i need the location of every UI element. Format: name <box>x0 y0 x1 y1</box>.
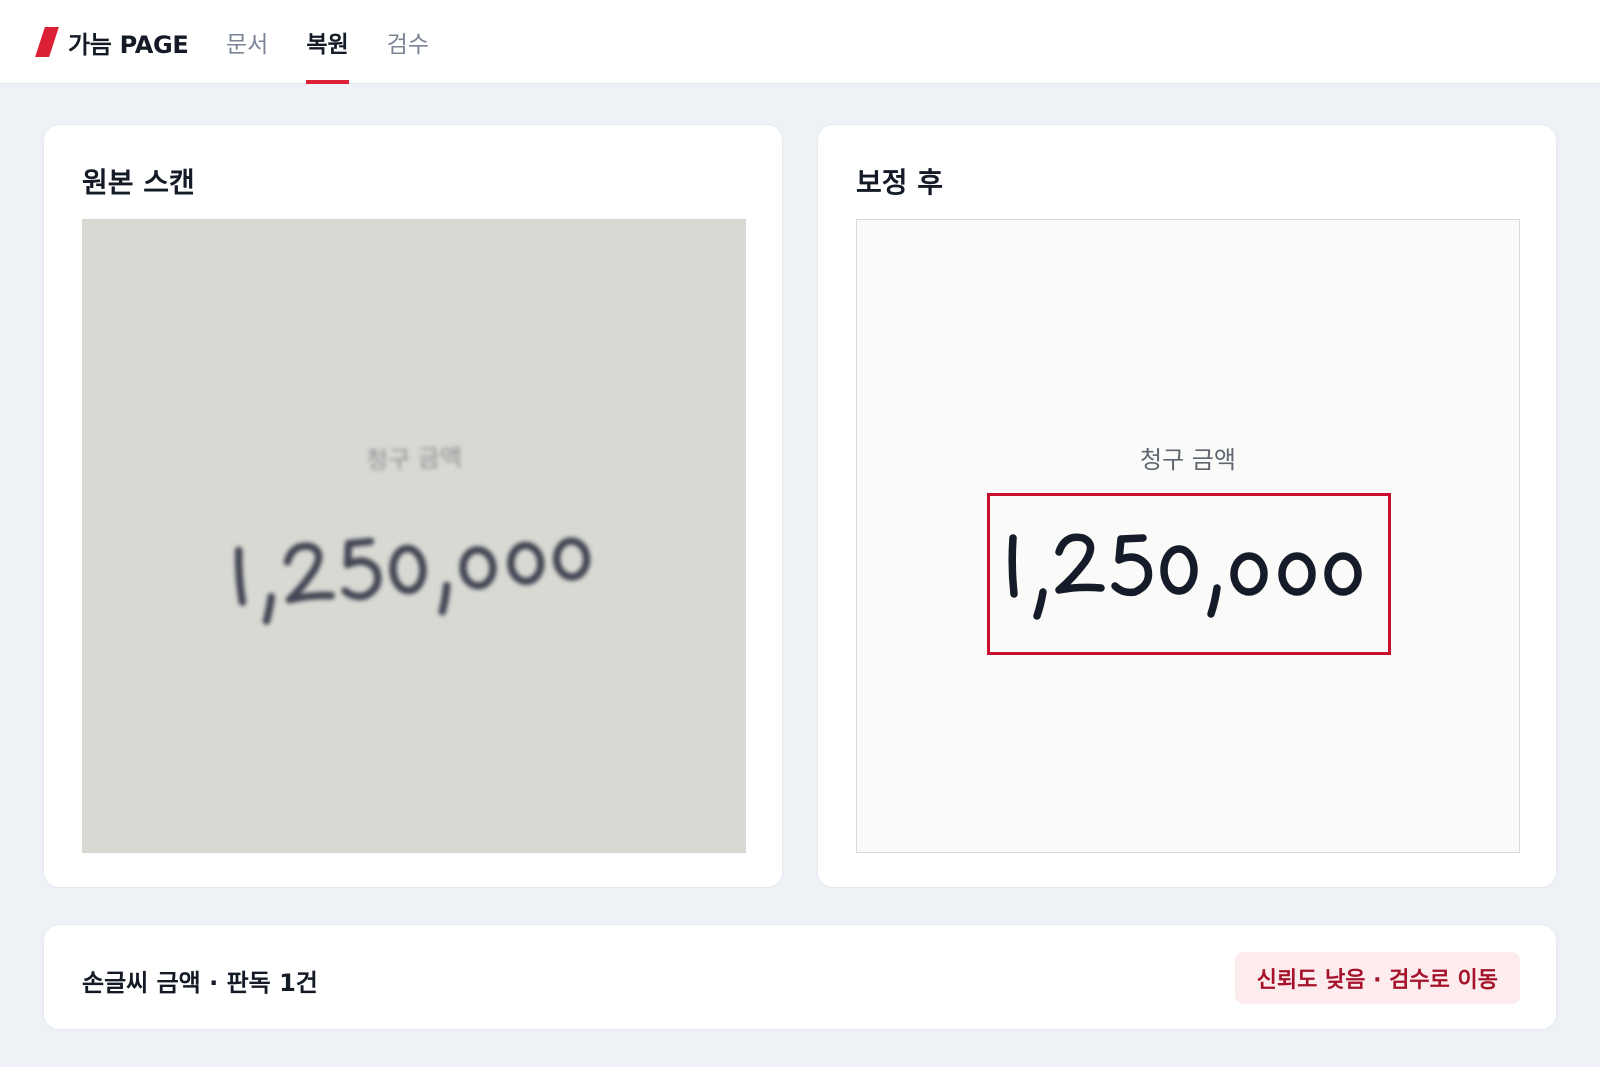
brand-logo-icon <box>35 27 59 57</box>
main-nav: 문서 복원 검수 <box>226 0 467 84</box>
scan-content: 청구 금액 <box>82 219 746 853</box>
tab-documents[interactable]: 문서 <box>226 0 268 84</box>
scan-label: 청구 금액 <box>365 443 463 475</box>
tab-review[interactable]: 검수 <box>387 0 429 84</box>
original-scan-image: 청구 금액 <box>82 219 746 853</box>
top-bar: 가늠 PAGE 문서 복원 검수 <box>0 0 1600 84</box>
summary-text: 손글씨 금액 · 판독 1건 <box>82 969 318 997</box>
panel-title: 보정 후 <box>856 166 944 199</box>
tab-restore[interactable]: 복원 <box>306 0 349 84</box>
brand[interactable]: 가늠 PAGE <box>35 24 189 60</box>
detected-amount-highlight[interactable] <box>987 493 1391 655</box>
scan-label: 청구 금액 <box>1140 446 1236 474</box>
original-scan-panel: 원본 스캔 청구 금액 <box>43 124 783 888</box>
brand-name: 가늠 PAGE <box>68 30 189 59</box>
handwritten-amount <box>234 537 591 625</box>
corrected-scan-image: 청구 금액 <box>856 219 1520 853</box>
corrected-scan-panel: 보정 후 청구 금액 <box>817 124 1557 888</box>
result-summary-bar: 손글씨 금액 · 판독 1건 신뢰도 낮음 · 검수로 이동 <box>43 924 1557 1030</box>
go-to-review-button[interactable]: 신뢰도 낮음 · 검수로 이동 <box>1234 952 1520 1004</box>
panel-title: 원본 스캔 <box>82 166 195 199</box>
scan-content: 청구 금액 <box>857 220 1519 852</box>
